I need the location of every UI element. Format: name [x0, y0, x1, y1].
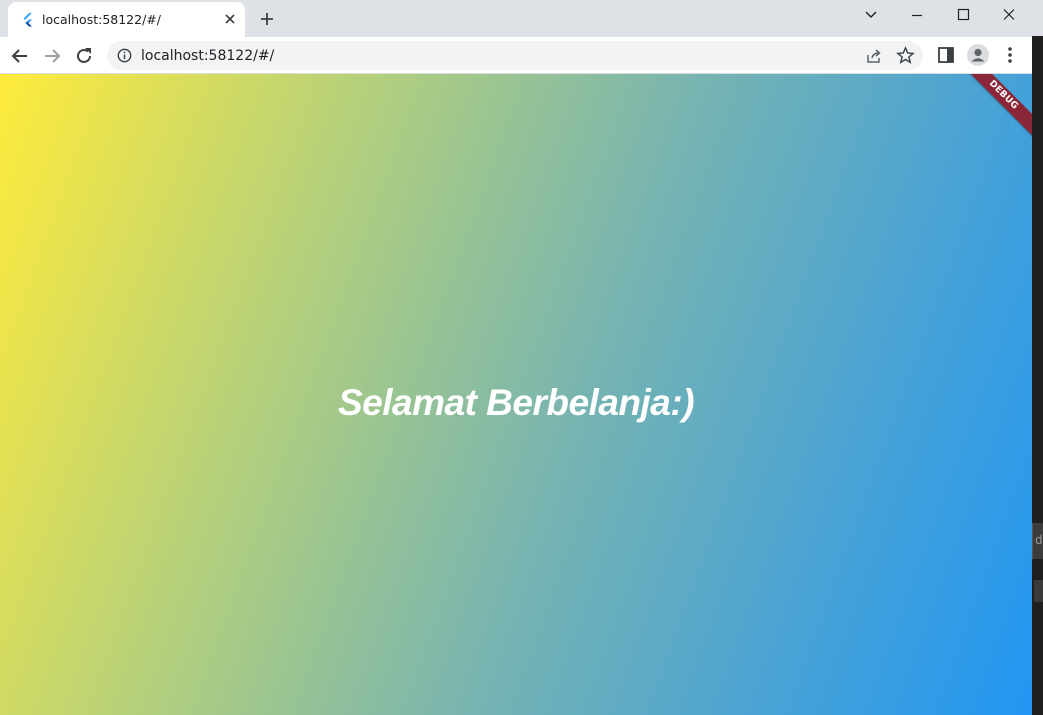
background-panel: d — [1032, 523, 1043, 559]
minimize-icon[interactable] — [894, 0, 940, 30]
browser-toolbar: localhost:58122/#/ — [0, 37, 1032, 74]
tab-strip: localhost:58122/#/ — [0, 0, 1032, 37]
close-icon[interactable] — [986, 0, 1032, 30]
side-panel-icon[interactable] — [937, 46, 955, 69]
tab-title: localhost:58122/#/ — [42, 12, 161, 27]
debug-banner: DEBUG — [958, 74, 1032, 140]
flutter-icon — [20, 12, 36, 28]
app-content: Selamat Berbelanja:) DEBUG — [0, 74, 1032, 715]
background-tab — [1032, 0, 1043, 36]
background-block — [1034, 580, 1043, 602]
star-icon[interactable] — [896, 46, 915, 70]
welcome-text: Selamat Berbelanja:) — [337, 382, 695, 423]
browser-window: localhost:58122/#/ localhost:58122/#/ Se… — [0, 0, 1032, 715]
new-tab-icon[interactable] — [257, 9, 277, 29]
forward-icon[interactable] — [40, 44, 64, 68]
tab-close-icon[interactable] — [222, 11, 238, 27]
share-icon[interactable] — [865, 47, 883, 70]
address-bar[interactable]: localhost:58122/#/ — [107, 41, 923, 70]
active-tab[interactable]: localhost:58122/#/ — [8, 2, 245, 37]
menu-icon[interactable] — [1004, 45, 1016, 70]
profile-icon[interactable] — [966, 43, 990, 72]
maximize-icon[interactable] — [940, 0, 986, 30]
background-window: d — [1032, 0, 1043, 715]
reload-icon[interactable] — [72, 44, 96, 68]
address-url[interactable]: localhost:58122/#/ — [141, 48, 274, 64]
back-icon[interactable] — [8, 44, 32, 68]
tab-search-icon[interactable] — [848, 0, 894, 30]
info-icon[interactable] — [117, 48, 132, 63]
